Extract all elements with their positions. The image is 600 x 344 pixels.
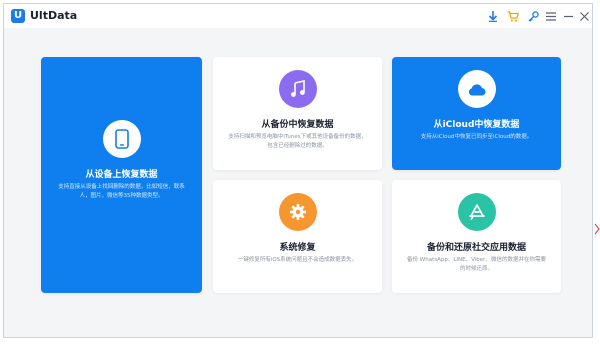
card-title: 系统修复 (279, 243, 316, 253)
close-icon[interactable] (577, 9, 591, 23)
app-title: UltData (30, 9, 78, 22)
recover-from-icloud-card[interactable]: 从iCloud中恢复数据 支持从iCloud中恢复已同步至iCloud的数据。 (392, 57, 561, 170)
system-repair-card[interactable]: 系统修复 一键修复所有iOS系统问题且不会造成数据丢失。 (213, 180, 382, 293)
card-title: 从设备上恢复数据 (85, 170, 158, 180)
cloud-icon (457, 70, 496, 108)
app-store-icon (457, 193, 496, 231)
recover-from-device-card[interactable]: 从设备上恢复数据 支持直接从设备上找回删除的数据，比如短信，联系人，图片，微信等… (41, 57, 202, 293)
menu-icon[interactable] (544, 9, 558, 23)
recover-from-backup-card[interactable]: 从备份中恢复数据 支持扫描和预览电脑中iTunes下或其他设备备份的数据，包含已… (213, 57, 382, 170)
minimize-icon[interactable] (561, 9, 575, 23)
app-window: U UltData 从设备上恢复数据 支持直接从设备上找回删除的数据，比如短信，… (3, 3, 593, 338)
card-title: 备份和还原社交应用数据 (426, 243, 526, 253)
cart-icon[interactable] (506, 9, 520, 23)
card-title: 从备份中恢复数据 (261, 120, 334, 130)
music-note-icon (278, 70, 317, 108)
social-app-backup-card[interactable]: 备份和还原社交应用数据 备份 WhatsApp、LINE、Viber、微信的数据… (392, 180, 561, 293)
card-description: 备份 WhatsApp、LINE、Viber、微信的数据并在你需要的时候还原。 (407, 257, 546, 272)
title-bar: U UltData (4, 4, 592, 28)
phone-icon (102, 120, 141, 158)
key-icon[interactable] (526, 9, 540, 23)
card-description: 支持从iCloud中恢复已同步至iCloud的数据。 (420, 134, 533, 140)
gear-icon (278, 193, 317, 231)
card-title: 从iCloud中恢复数据 (433, 120, 520, 130)
chevron-right-icon (594, 220, 600, 235)
card-description: 支持直接从设备上找回删除的数据，比如短信，联系人，图片，微信等35种数据类型。 (58, 184, 185, 199)
card-description: 支持扫描和预览电脑中iTunes下或其他设备备份的数据，包含已经删除过的数据。 (228, 134, 367, 149)
download-icon[interactable] (486, 9, 500, 23)
app-logo: U (11, 9, 25, 23)
card-description: 一键修复所有iOS系统问题且不会造成数据丢失。 (237, 257, 358, 263)
